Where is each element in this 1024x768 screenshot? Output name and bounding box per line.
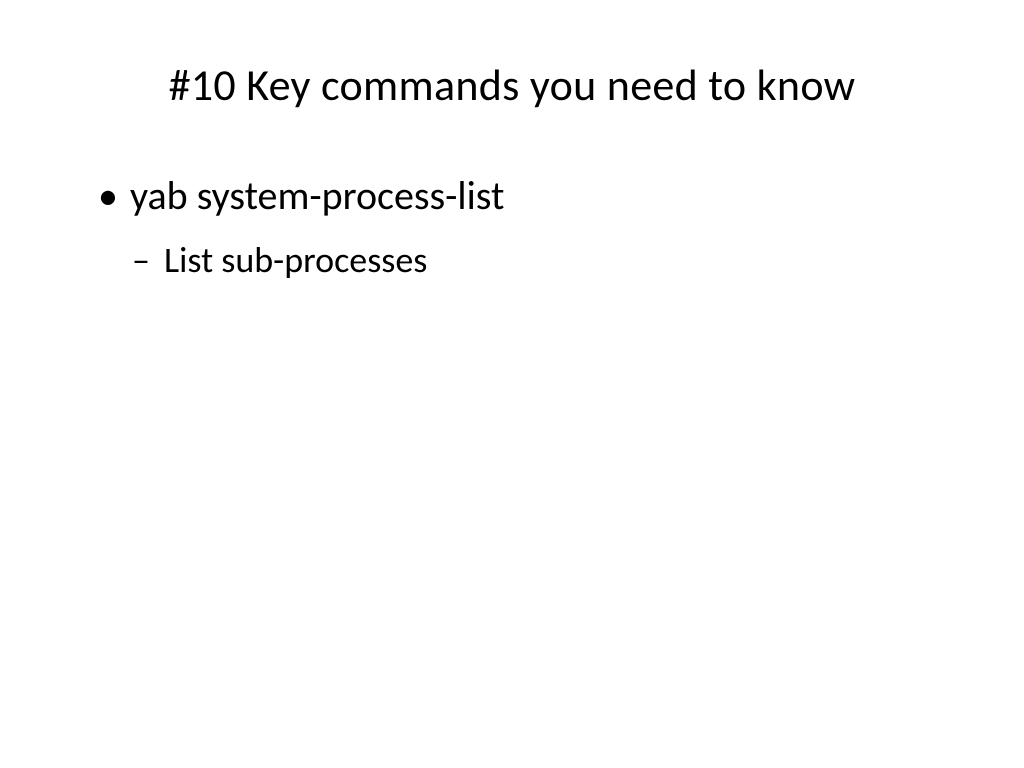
bullet-text: yab system-process-list (130, 171, 504, 220)
slide-container: #10 Key commands you need to know yab sy… (0, 0, 1024, 768)
bullet-item: yab system-process-list (98, 172, 954, 220)
bullet-list: yab system-process-list (70, 172, 954, 220)
sub-bullet-item: List sub-processes (132, 238, 954, 283)
slide-title: #10 Key commands you need to know (70, 58, 954, 112)
sub-bullet-text: List sub-processes (164, 238, 427, 282)
sub-bullet-list: List sub-processes (70, 238, 954, 283)
